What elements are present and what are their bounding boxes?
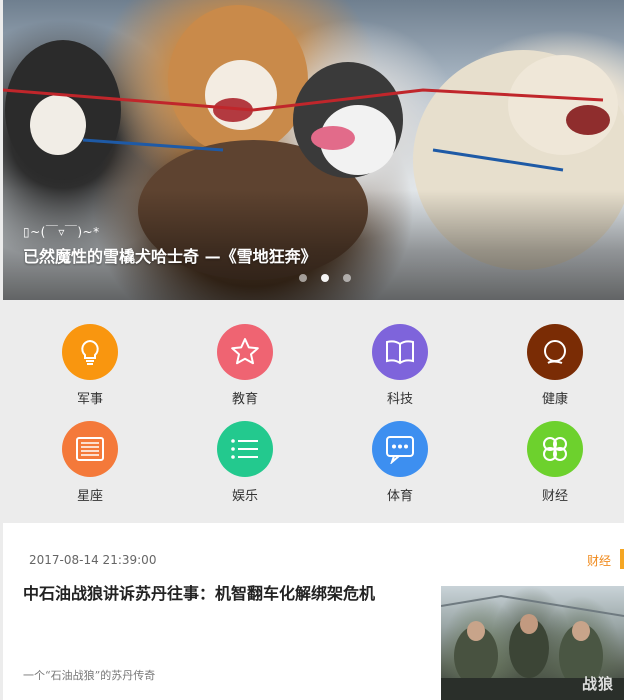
category-label: 科技 bbox=[386, 392, 413, 407]
news-description: 一个“石油战狼”的苏丹传奇 bbox=[23, 669, 156, 682]
category-label: 财经 bbox=[541, 489, 568, 504]
category-label: 军事 bbox=[76, 392, 103, 407]
news-card[interactable]: 2017-08-14 21:39:00 财经 中石油战狼讲诉苏丹往事：机智翻车化… bbox=[3, 523, 624, 700]
category-sports[interactable]: 体育 bbox=[350, 421, 450, 504]
lightbulb-icon bbox=[62, 324, 118, 380]
category-label: 星座 bbox=[76, 489, 103, 504]
news-time: 2017-08-14 21:39:00 bbox=[29, 553, 157, 567]
q-icon bbox=[527, 324, 583, 380]
category-entertainment[interactable]: 娱乐 bbox=[195, 421, 295, 504]
category-grid: 军事 教育 科技 健康 星座 娱乐 体育 财经 bbox=[0, 300, 624, 520]
thumbnail-logo: 战狼 bbox=[581, 675, 614, 693]
chat-icon bbox=[372, 421, 428, 477]
category-astrology[interactable]: 星座 bbox=[40, 421, 140, 504]
star-icon bbox=[217, 324, 273, 380]
news-thumbnail[interactable]: 战狼 bbox=[441, 586, 624, 700]
banner-subtitle: ▯~(￣▿￣)~* bbox=[23, 225, 100, 239]
app-page: ▯~(￣▿￣)~* 已然魔性的雪橇犬哈士奇 —《雪地狂奔》 军事 教育 科技 健… bbox=[0, 0, 624, 700]
category-label: 教育 bbox=[231, 392, 258, 407]
tag-marker bbox=[620, 549, 624, 569]
category-education[interactable]: 教育 bbox=[195, 324, 295, 407]
banner-title[interactable]: 已然魔性的雪橇犬哈士奇 —《雪地狂奔》 bbox=[23, 243, 317, 267]
carousel-dot-1[interactable] bbox=[299, 274, 307, 282]
category-tech[interactable]: 科技 bbox=[350, 324, 450, 407]
category-military[interactable]: 军事 bbox=[40, 324, 140, 407]
newspaper-icon bbox=[62, 421, 118, 477]
book-icon bbox=[372, 324, 428, 380]
category-health[interactable]: 健康 bbox=[505, 324, 605, 407]
list-icon bbox=[217, 421, 273, 477]
carousel-dot-3[interactable] bbox=[343, 274, 351, 282]
category-label: 娱乐 bbox=[231, 489, 258, 504]
news-tag[interactable]: 财经 bbox=[587, 552, 611, 569]
category-finance[interactable]: 财经 bbox=[505, 421, 605, 504]
carousel-indicator bbox=[299, 274, 351, 282]
carousel-dot-2[interactable] bbox=[321, 274, 329, 282]
category-label: 体育 bbox=[386, 489, 413, 504]
banner-carousel[interactable]: ▯~(￣▿￣)~* 已然魔性的雪橇犬哈士奇 —《雪地狂奔》 bbox=[3, 0, 624, 300]
category-label: 健康 bbox=[541, 392, 568, 407]
news-title[interactable]: 中石油战狼讲诉苏丹往事：机智翻车化解绑架危机 bbox=[23, 583, 423, 605]
clover-icon bbox=[527, 421, 583, 477]
